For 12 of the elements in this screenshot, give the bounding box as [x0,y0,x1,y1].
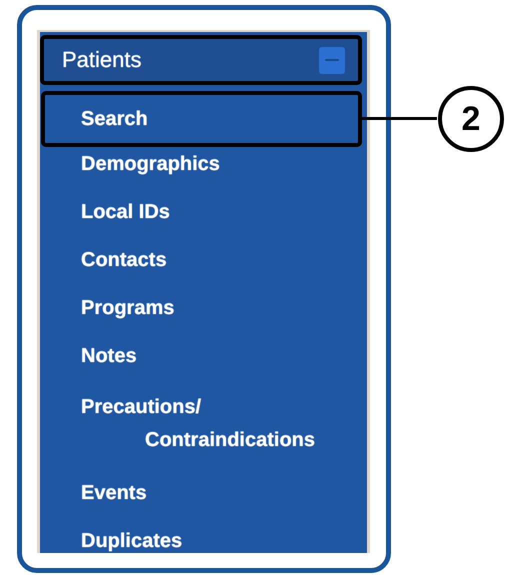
collapse-icon[interactable] [319,46,345,74]
menu-header[interactable]: Patients [40,35,362,85]
menu-item[interactable]: Search [41,91,362,147]
menu-item[interactable]: Programs [41,284,362,332]
menu-item[interactable]: Local IDs [41,188,362,236]
header-title: Patients [62,47,142,73]
menu-item[interactable]: Events [41,469,362,517]
menu-item[interactable]: Notes [41,332,362,380]
menu-item[interactable]: Contacts [41,236,362,284]
menu-item[interactable]: Precautions/ Contraindications [41,380,362,469]
menu-item[interactable]: Duplicates [41,517,362,565]
callout-number: 2 [438,86,504,152]
